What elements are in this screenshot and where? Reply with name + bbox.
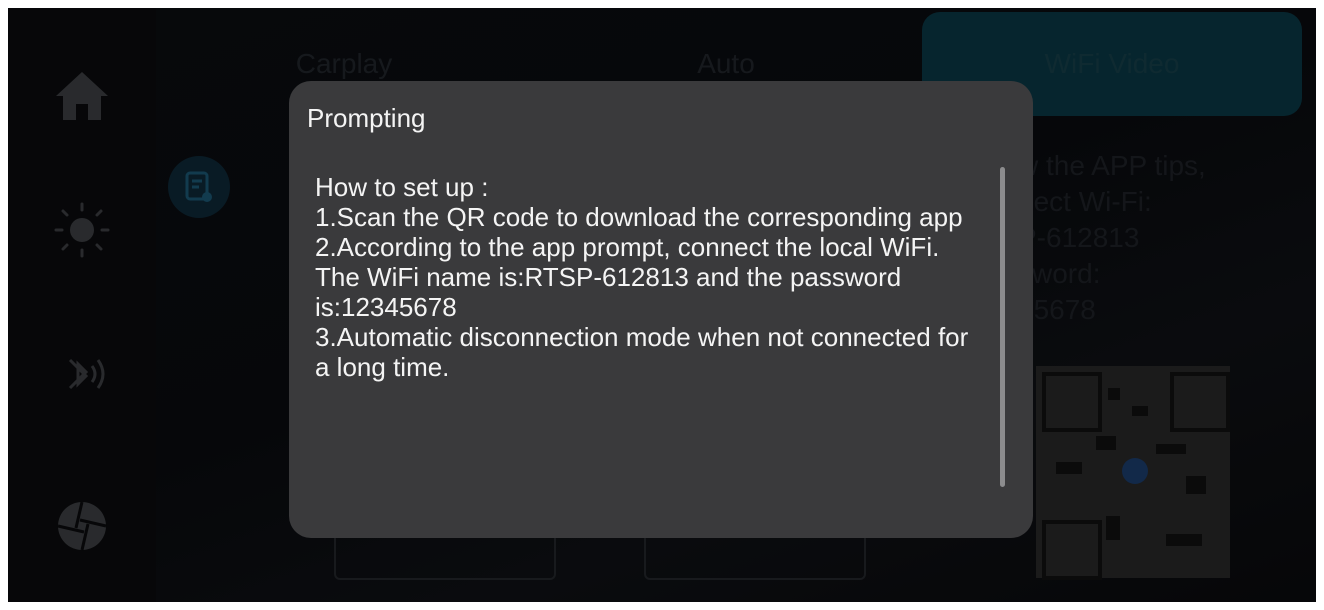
prompt-dialog: Prompting How to set up : 1.Scan the QR …: [289, 81, 1033, 538]
app-screen: Carplay Auto WiFi Video w the APP tips, …: [8, 8, 1316, 602]
dialog-scrollbar[interactable]: [1000, 167, 1005, 487]
dialog-body-text: How to set up : 1.Scan the QR code to do…: [315, 172, 969, 382]
dialog-title: Prompting: [307, 103, 426, 133]
